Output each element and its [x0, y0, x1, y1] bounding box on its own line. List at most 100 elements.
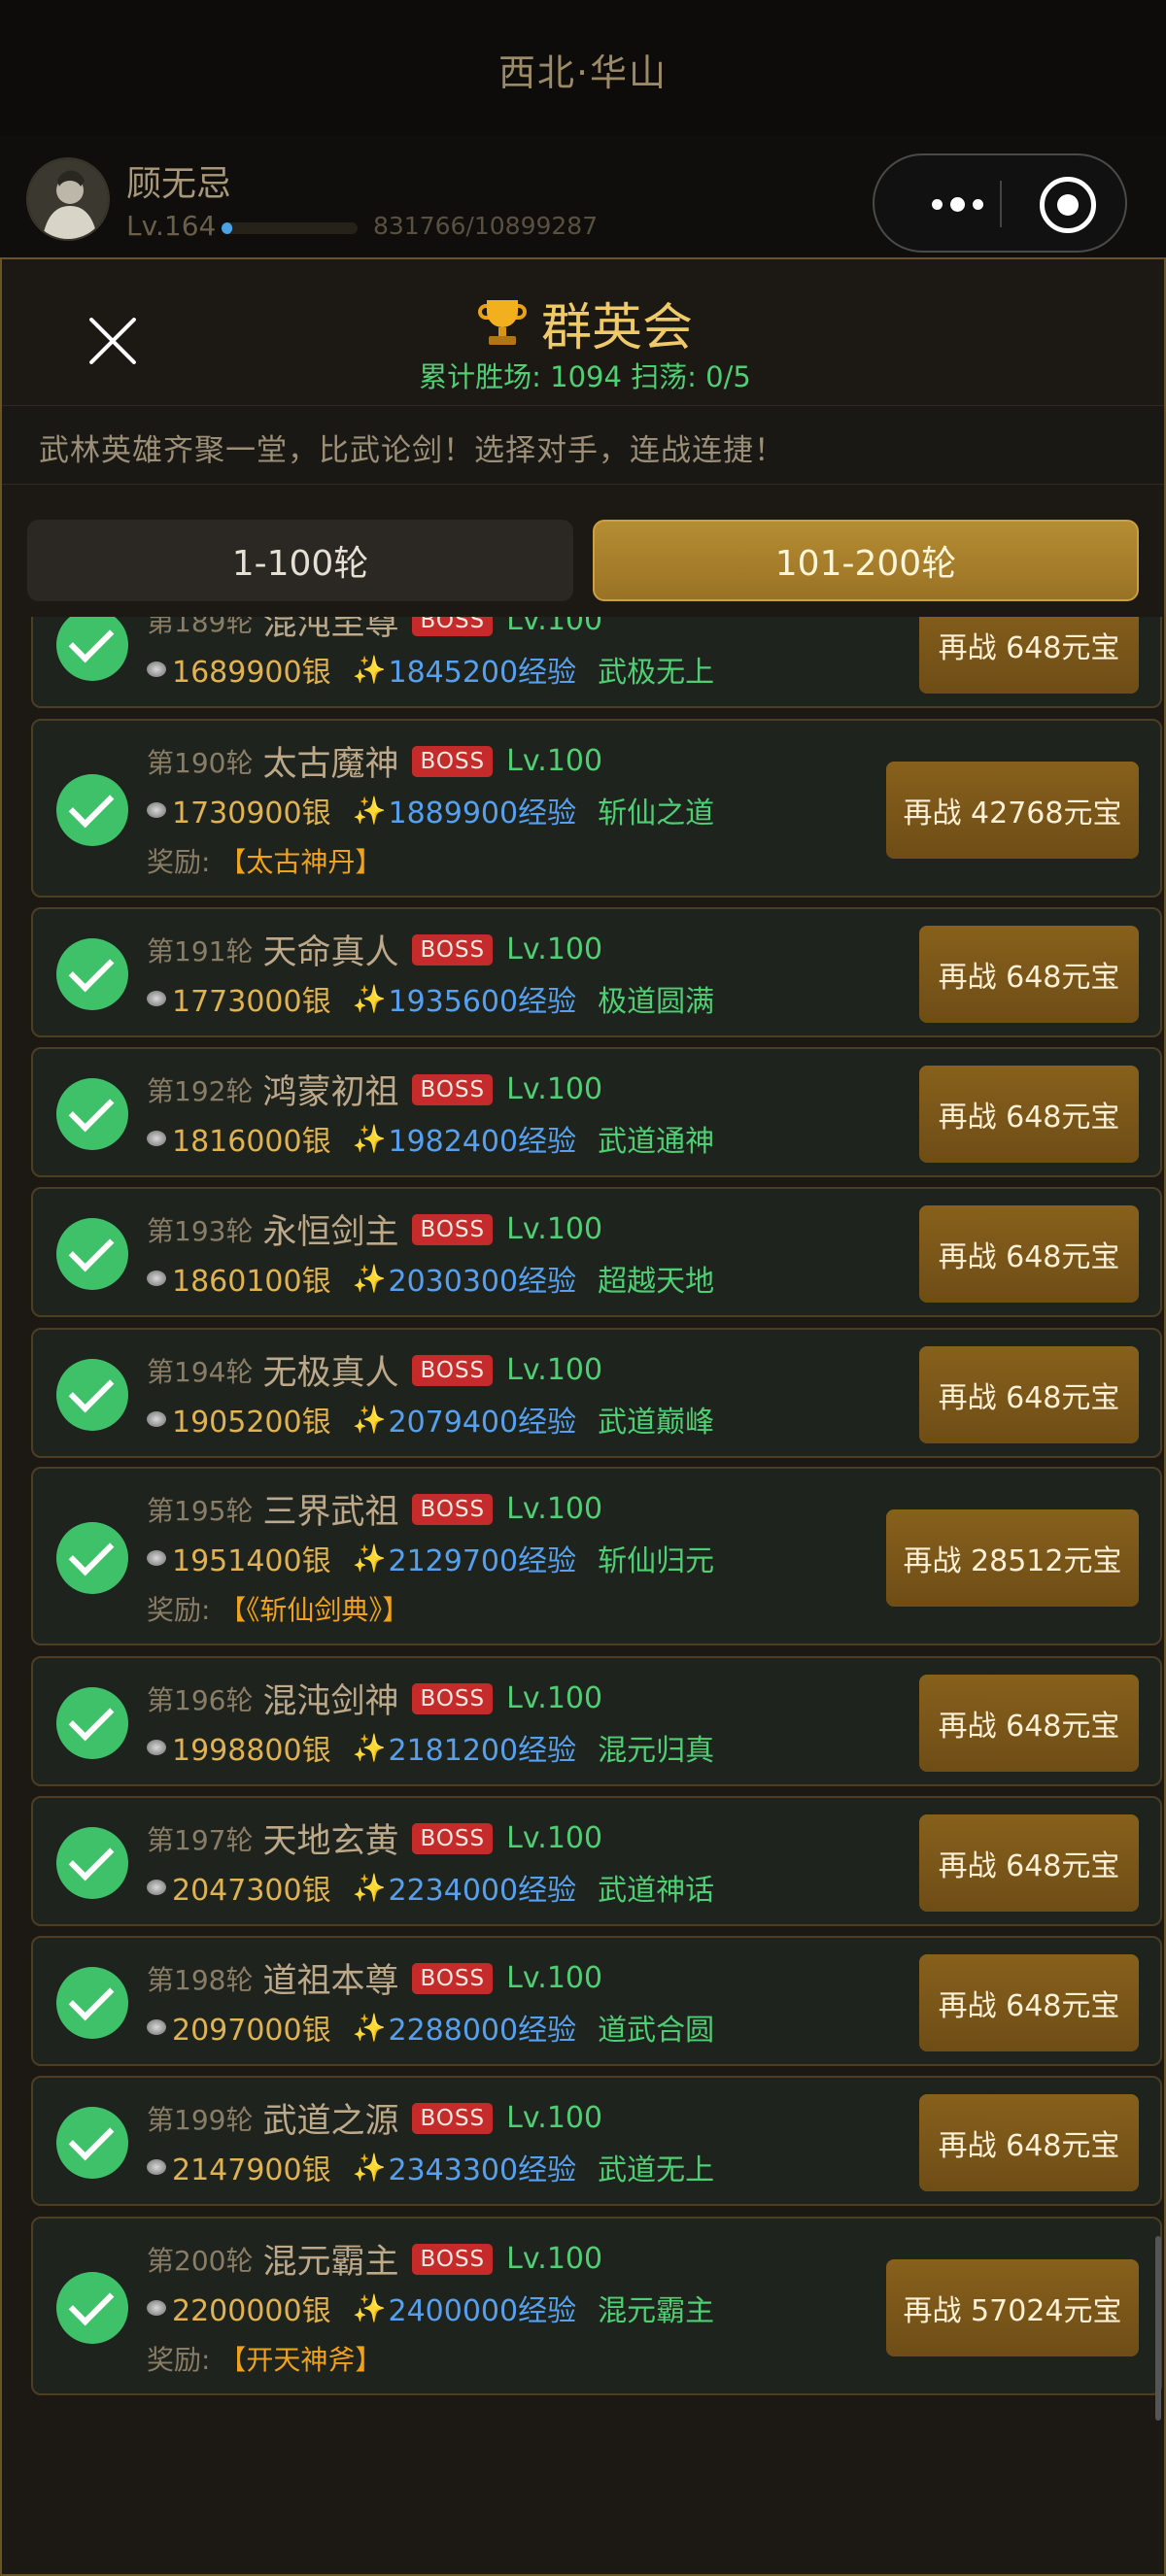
boss-badge: BOSS [412, 2102, 494, 2134]
refight-button[interactable]: 再战 648元宝 [919, 1346, 1139, 1443]
tab-101-200[interactable]: 101-200轮 [593, 520, 1139, 601]
reward-line: 1951400银 ✨ 2129700经验 斩仙归元 [147, 1537, 714, 1579]
round-row: 第196轮 混沌剑神 BOSS Lv.100 1998800银 ✨ 2181200经验 混元归… [31, 1656, 1162, 1786]
refight-button[interactable]: 再战 648元宝 [919, 617, 1139, 694]
title-reward: 极道圆满 [598, 985, 715, 1019]
silver-amount: 2097000银 [172, 2014, 331, 2048]
boss-level: Lv.100 [506, 1821, 603, 1855]
boss-badge: BOSS [412, 1213, 494, 1245]
item-reward: 奖励: 【开天神斧】 [147, 2339, 382, 2378]
boss-level: Lv.100 [506, 1961, 603, 1995]
silver-amount: 1730900银 [172, 797, 331, 830]
boss-name: 鸿蒙初祖 [262, 1073, 399, 1112]
round-header: 第200轮 混元霸主 BOSS Lv.100 [147, 2234, 602, 2284]
title-reward: 武道无上 [598, 2153, 715, 2187]
boss-name: 三界武祖 [262, 1493, 399, 1532]
stats-text: 累计胜场: 1094 扫荡: 0/5 [419, 360, 751, 393]
round-row: 第200轮 混元霸主 BOSS Lv.100 2200000银 ✨ 2400000经验 混元霸… [31, 2217, 1162, 2395]
round-header: 第189轮 混沌至尊 BOSS Lv.100 [147, 617, 602, 645]
completed-check-icon [56, 774, 128, 846]
title-reward: 超越天地 [598, 1265, 715, 1299]
boss-name: 太古魔神 [262, 745, 399, 784]
silver-coin-icon [147, 1550, 166, 1566]
reward-line: 1905200银 ✨ 2079400经验 武道巅峰 [147, 1398, 714, 1441]
description-text: 武林英雄齐聚一堂，比武论剑！选择对手，连战连捷！ [39, 433, 785, 468]
reward-item: 【开天神斧】 [219, 2344, 383, 2376]
round-row: 第199轮 武道之源 BOSS Lv.100 2147900银 ✨ 2343300经验 武道无… [31, 2076, 1162, 2206]
more-dots-icon[interactable] [913, 185, 1001, 223]
completed-check-icon [56, 938, 128, 1010]
completed-check-icon [56, 2107, 128, 2179]
title-reward: 斩仙归元 [598, 1544, 715, 1578]
reward-label: 奖励: [147, 846, 220, 878]
boss-level: Lv.100 [506, 1212, 603, 1246]
completed-check-icon [56, 1218, 128, 1290]
round-header: 第192轮 鸿蒙初祖 BOSS Lv.100 [147, 1065, 602, 1114]
round-list[interactable]: 1649900银✨1801700经验太古神威第189轮混沌至尊BOSSLv.10… [2, 617, 1164, 2576]
silver-amount: 1773000银 [172, 985, 331, 1019]
refight-button[interactable]: 再战 648元宝 [919, 1675, 1139, 1772]
round-number: 第195轮 [147, 1494, 254, 1527]
round-header: 第191轮 天命真人 BOSS Lv.100 [147, 925, 602, 974]
refight-button[interactable]: 再战 648元宝 [919, 1066, 1139, 1163]
refight-button[interactable]: 再战 648元宝 [919, 1205, 1139, 1303]
round-row: 第192轮 鸿蒙初祖 BOSS Lv.100 1816000银 ✨ 1982400经验 武道通… [31, 1047, 1162, 1177]
boss-name: 武道之源 [262, 2102, 399, 2141]
target-circle-icon[interactable] [1040, 177, 1096, 233]
boss-badge: BOSS [412, 1493, 494, 1525]
miniprogram-capsule [873, 153, 1127, 253]
round-header: 第199轮 武道之源 BOSS Lv.100 [147, 2093, 602, 2143]
title-reward: 武极无上 [598, 656, 715, 690]
boss-level: Lv.100 [506, 2242, 603, 2276]
reward-line: 1689900银 ✨ 1845200经验 武极无上 [147, 648, 714, 691]
round-number: 第191轮 [147, 934, 254, 967]
round-row: 第190轮 太古魔神 BOSS Lv.100 1730900银 ✨ 1889900经验 斩仙之… [31, 719, 1162, 898]
boss-badge: BOSS [412, 1822, 494, 1854]
boss-badge: BOSS [412, 1073, 494, 1105]
silver-amount: 1816000银 [172, 1125, 331, 1159]
title-reward: 武道通神 [598, 1125, 715, 1159]
silver-amount: 1689900银 [172, 656, 331, 690]
refight-button[interactable]: 再战 57024元宝 [886, 2259, 1139, 2356]
silver-coin-icon [147, 1131, 166, 1146]
boss-name: 天命真人 [262, 933, 399, 972]
avatar[interactable] [26, 157, 110, 241]
refight-button[interactable]: 再战 42768元宝 [886, 762, 1139, 859]
completed-check-icon [56, 1827, 128, 1899]
xp-progress-bar [222, 222, 358, 234]
round-header: 第195轮 三界武祖 BOSS Lv.100 [147, 1484, 602, 1534]
refight-button[interactable]: 再战 648元宝 [919, 926, 1139, 1023]
app-header: 西北·华山 [0, 0, 1166, 136]
sparkle-icon: ✨ [352, 1262, 387, 1295]
refight-button[interactable]: 再战 648元宝 [919, 1814, 1139, 1912]
round-number: 第194轮 [147, 1355, 254, 1388]
sparkle-icon: ✨ [352, 1871, 387, 1904]
round-number: 第199轮 [147, 2103, 254, 2136]
boss-level: Lv.100 [506, 1492, 603, 1526]
scrollbar[interactable] [1155, 2236, 1161, 2421]
refight-button[interactable]: 再战 648元宝 [919, 2094, 1139, 2191]
sparkle-icon: ✨ [352, 1403, 387, 1436]
boss-level: Lv.100 [506, 617, 603, 637]
silver-coin-icon [147, 2159, 166, 2175]
exp-amount: 2079400经验 [388, 1406, 577, 1440]
round-header: 第190轮 太古魔神 BOSS Lv.100 [147, 736, 602, 786]
round-row: 第193轮 永恒剑主 BOSS Lv.100 1860100银 ✨ 2030300经验 超越天… [31, 1187, 1162, 1317]
boss-level: Lv.100 [506, 1072, 603, 1106]
reward-line: 2200000银 ✨ 2400000经验 混元霸主 [147, 2287, 714, 2329]
silver-amount: 2147900银 [172, 2153, 331, 2187]
completed-check-icon [56, 1522, 128, 1594]
sparkle-icon: ✨ [352, 982, 387, 1015]
player-name: 顾无忌 [126, 164, 232, 204]
completed-check-icon [56, 1359, 128, 1431]
refight-button[interactable]: 再战 648元宝 [919, 1954, 1139, 2051]
round-number: 第192轮 [147, 1074, 254, 1107]
refight-button[interactable]: 再战 28512元宝 [886, 1509, 1139, 1607]
completed-check-icon [56, 1967, 128, 2039]
silver-coin-icon [147, 2300, 166, 2316]
reward-item: 【太古神丹】 [219, 846, 383, 878]
app-title: 西北·华山 [497, 51, 669, 94]
exp-amount: 1982400经验 [388, 1125, 577, 1159]
title-reward: 武道神话 [598, 1874, 715, 1908]
tab-1-100[interactable]: 1-100轮 [27, 520, 573, 601]
